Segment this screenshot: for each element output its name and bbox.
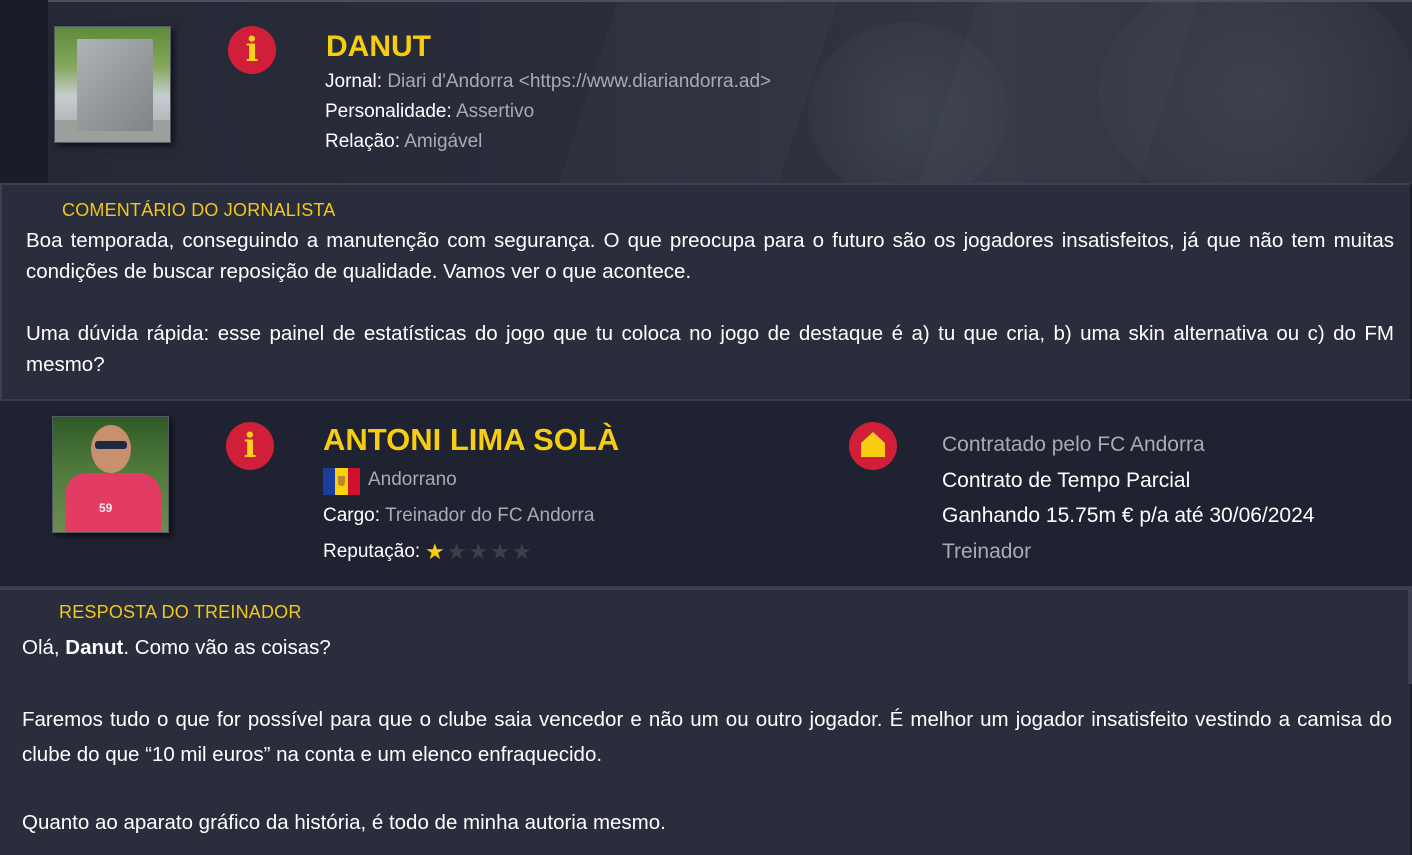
reply-paragraph: Quanto ao aparato gráfico da história, é… [22, 811, 666, 834]
coach-photo[interactable]: 59 [52, 416, 169, 533]
contract-salary: Ganhando 15.75m € p/a até 30/06/2024 [942, 504, 1315, 527]
reply-greeting: Olá, Danut. Como vão as coisas? [22, 636, 331, 659]
contract-position: Treinador [942, 540, 1032, 563]
coach-nationality: Andorrano [368, 469, 457, 490]
coach-reply-panel: RESPOSTA DO TREINADOR Olá, Danut. Como v… [0, 588, 1410, 855]
star-icon: ★ [490, 540, 510, 565]
andorra-flag-icon [323, 468, 360, 495]
star-icon: ★ [425, 540, 445, 565]
field-label: Reputação: [323, 541, 421, 562]
journalist-photo[interactable] [54, 26, 171, 143]
contract-hired-by[interactable]: Contratado pelo FC Andorra [942, 433, 1205, 457]
backdrop-stripe [558, 2, 837, 184]
field-value[interactable]: Treinador do FC Andorra [385, 505, 594, 526]
field-value: Amigável [404, 131, 483, 152]
star-icon: ★ [511, 540, 532, 565]
info-icon[interactable]: i [226, 422, 274, 470]
field-label: Relação: [325, 131, 400, 152]
contract-type: Contrato de Tempo Parcial [942, 469, 1191, 492]
journalist-relationship: Relação: Amigável [325, 131, 482, 153]
field-value[interactable]: Diari d'Andorra <https://www.diariandorr… [387, 71, 771, 92]
star-icon: ★ [446, 540, 467, 565]
comment-paragraph: Uma dúvida rápida: esse painel de estatí… [26, 322, 1394, 376]
field-value: Assertivo [456, 101, 535, 122]
field-label: Personalidade: [325, 101, 452, 122]
journalist-personality: Personalidade: Assertivo [325, 101, 534, 123]
journalist-name-mention: Danut [65, 636, 124, 659]
star-icon: ★ [468, 540, 489, 565]
coach-name[interactable]: ANTONI LIMA SOLÀ [323, 422, 619, 458]
reply-paragraph: Faremos tudo o que for possível para que… [22, 708, 1392, 766]
coach-header [0, 399, 1412, 588]
journalist-name[interactable]: DANUT [326, 30, 431, 64]
info-icon[interactable]: i [228, 26, 276, 74]
reputation-stars: ★ ★ ★ ★ ★ [425, 541, 532, 565]
journalist-comment-panel: COMENTÁRIO DO JORNALISTA Boa temporada, … [0, 183, 1410, 399]
scrollbar-edge [1408, 588, 1412, 684]
journalist-newspaper: Jornal: Diari d'Andorra <https://www.dia… [325, 71, 771, 93]
field-label: Cargo: [323, 505, 381, 526]
section-label: COMENTÁRIO DO JORNALISTA [62, 200, 336, 220]
home-icon[interactable] [849, 422, 897, 470]
section-label: RESPOSTA DO TREINADOR [59, 602, 302, 622]
coach-reputation: Reputação: [323, 541, 420, 563]
field-label: Jornal: [325, 71, 383, 92]
comment-paragraph: Boa temporada, conseguindo a manutenção … [26, 229, 1394, 283]
backdrop-shape [1098, 2, 1412, 184]
coach-role: Cargo: Treinador do FC Andorra [323, 505, 594, 527]
